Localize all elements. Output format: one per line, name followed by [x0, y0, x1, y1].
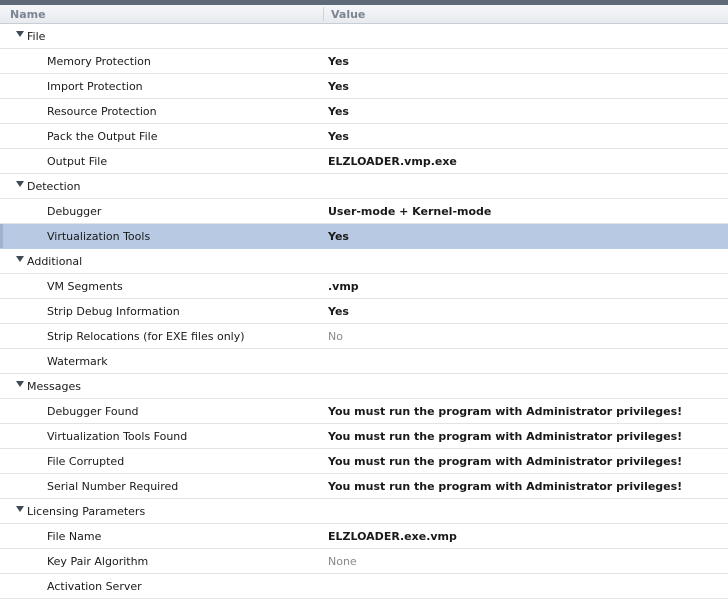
category-row-file[interactable]: File [0, 24, 728, 49]
property-name: Debugger [47, 205, 102, 218]
property-name: Debugger Found [47, 405, 139, 418]
column-header-name[interactable]: Name [10, 8, 46, 21]
category-label: Detection [27, 180, 81, 193]
property-name: File Name [47, 530, 102, 543]
category-row-additional[interactable]: Additional [0, 249, 728, 274]
property-name: Strip Debug Information [47, 305, 180, 318]
property-row-output-file[interactable]: Output File ELZLOADER.vmp.exe [0, 149, 728, 174]
property-name: Virtualization Tools [47, 230, 151, 243]
property-row-virtualization-tools-found[interactable]: Virtualization Tools Found You must run t… [0, 424, 728, 449]
category-label: File [27, 30, 46, 43]
property-row-pack-the-output-file[interactable]: Pack the Output File Yes [0, 124, 728, 149]
property-row-key-pair-algorithm[interactable]: Key Pair Algorithm None [0, 549, 728, 574]
property-value[interactable]: User-mode + Kernel-mode [328, 205, 491, 218]
property-name: Pack the Output File [47, 130, 158, 143]
property-value[interactable]: ELZLOADER.vmp.exe [328, 155, 457, 168]
property-value[interactable]: .vmp [328, 280, 359, 293]
property-name: Import Protection [47, 80, 143, 93]
tree-header: Name Value [0, 5, 728, 24]
options-tree: File Memory Protection Yes Import Protectio… [0, 24, 728, 599]
category-row-detection[interactable]: Detection [0, 174, 728, 199]
category-label: Licensing Parameters [27, 505, 146, 518]
property-name: Memory Protection [47, 55, 151, 68]
property-name: Activation Server [47, 580, 142, 593]
property-name: VM Segments [47, 280, 123, 293]
property-value[interactable]: ELZLOADER.exe.vmp [328, 530, 457, 543]
property-row-import-protection[interactable]: Import Protection Yes [0, 74, 728, 99]
category-row-messages[interactable]: Messages [0, 374, 728, 399]
property-row-activation-server[interactable]: Activation Server [0, 574, 728, 599]
expand-toggle-icon[interactable] [16, 506, 24, 512]
property-value[interactable]: You must run the program with Administra… [328, 405, 682, 418]
property-row-watermark[interactable]: Watermark [0, 349, 728, 374]
property-value[interactable]: No [328, 330, 343, 343]
property-row-file-name[interactable]: File Name ELZLOADER.exe.vmp [0, 524, 728, 549]
expand-toggle-icon[interactable] [16, 381, 24, 387]
property-name: Key Pair Algorithm [47, 555, 149, 568]
property-value[interactable]: Yes [328, 230, 349, 243]
property-value[interactable]: Yes [328, 130, 349, 143]
property-row-vm-segments[interactable]: VM Segments .vmp [0, 274, 728, 299]
category-row-licensing-parameters[interactable]: Licensing Parameters [0, 499, 728, 524]
column-separator[interactable] [323, 7, 324, 21]
property-name: Virtualization Tools Found [47, 430, 188, 443]
property-row-strip-relocations-for-exe-files-only[interactable]: Strip Relocations (for EXE files only) No [0, 324, 728, 349]
category-label: Additional [27, 255, 83, 268]
expand-toggle-icon[interactable] [16, 181, 24, 187]
property-row-resource-protection[interactable]: Resource Protection Yes [0, 99, 728, 124]
expand-toggle-icon[interactable] [16, 256, 24, 262]
property-name: Serial Number Required [47, 480, 179, 493]
property-row-memory-protection[interactable]: Memory Protection Yes [0, 49, 728, 74]
property-name: Strip Relocations (for EXE files only) [47, 330, 245, 343]
property-value[interactable]: You must run the program with Administra… [328, 430, 682, 443]
column-header-value[interactable]: Value [331, 8, 365, 21]
property-row-strip-debug-information[interactable]: Strip Debug Information Yes [0, 299, 728, 324]
property-name: File Corrupted [47, 455, 125, 468]
property-value[interactable]: Yes [328, 305, 349, 318]
category-label: Messages [27, 380, 81, 393]
property-value[interactable]: You must run the program with Administra… [328, 455, 682, 468]
property-value[interactable]: You must run the program with Administra… [328, 480, 682, 493]
property-row-virtualization-tools[interactable]: Virtualization Tools Yes [0, 224, 728, 249]
property-value[interactable]: None [328, 555, 357, 568]
expand-toggle-icon[interactable] [16, 31, 24, 37]
property-name: Resource Protection [47, 105, 157, 118]
property-row-debugger[interactable]: Debugger User-mode + Kernel-mode [0, 199, 728, 224]
property-name: Watermark [47, 355, 108, 368]
property-name: Output File [47, 155, 108, 168]
property-value[interactable]: Yes [328, 105, 349, 118]
property-row-debugger-found[interactable]: Debugger Found You must run the program w… [0, 399, 728, 424]
property-row-serial-number-required[interactable]: Serial Number Required You must run the p… [0, 474, 728, 499]
property-row-file-corrupted[interactable]: File Corrupted You must run the program w… [0, 449, 728, 474]
property-value[interactable]: Yes [328, 55, 349, 68]
property-value[interactable]: Yes [328, 80, 349, 93]
